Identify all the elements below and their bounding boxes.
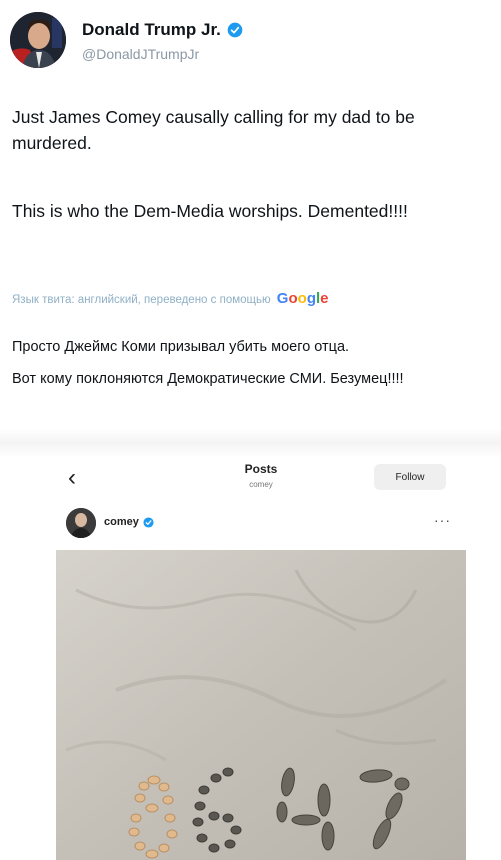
- author-name-row: Donald Trump Jr.: [82, 20, 243, 40]
- tweet-text-line-2: This is who the Dem-Media worships. Deme…: [12, 201, 408, 221]
- comey-avatar[interactable]: [66, 508, 96, 538]
- comey-avatar-image: [66, 508, 96, 538]
- comey-verified-icon: [143, 516, 154, 528]
- more-options-icon[interactable]: ···: [434, 512, 451, 528]
- translated-text-line-1: Просто Джеймс Коми призывал убить моего …: [12, 339, 350, 355]
- translation-note: Язык твита: английский, переведено с пом…: [12, 290, 329, 307]
- posts-title: Posts: [244, 462, 278, 476]
- tweet-text-line-1: Just James Comey causally calling for my…: [12, 107, 415, 153]
- posts-subtitle: comey: [249, 480, 273, 489]
- avatar-image: [10, 12, 66, 68]
- back-arrow-icon[interactable]: ‹: [68, 466, 76, 490]
- google-logo: Google: [276, 290, 329, 307]
- sand-photo: [56, 550, 466, 860]
- author-name[interactable]: Donald Trump Jr.: [82, 20, 221, 40]
- blurred-divider: [0, 428, 501, 458]
- embedded-instagram-screenshot: ‹ Posts comey Follow comey ···: [56, 458, 466, 860]
- author-handle[interactable]: @DonaldJTrumpJr: [82, 46, 199, 62]
- translation-note-text: Язык твита: английский, переведено с пом…: [12, 294, 271, 306]
- comey-name-row: comey: [104, 516, 154, 528]
- verified-badge-icon: [227, 22, 243, 38]
- avatar[interactable]: [10, 12, 66, 68]
- tweet-header: Donald Trump Jr. @DonaldJTrumpJr: [10, 12, 490, 68]
- translated-text-line-2: Вот кому поклоняются Демократические СМИ…: [12, 371, 404, 387]
- comey-username[interactable]: comey: [104, 516, 139, 528]
- follow-button[interactable]: Follow: [374, 464, 446, 490]
- sand-shells-image: [56, 550, 466, 860]
